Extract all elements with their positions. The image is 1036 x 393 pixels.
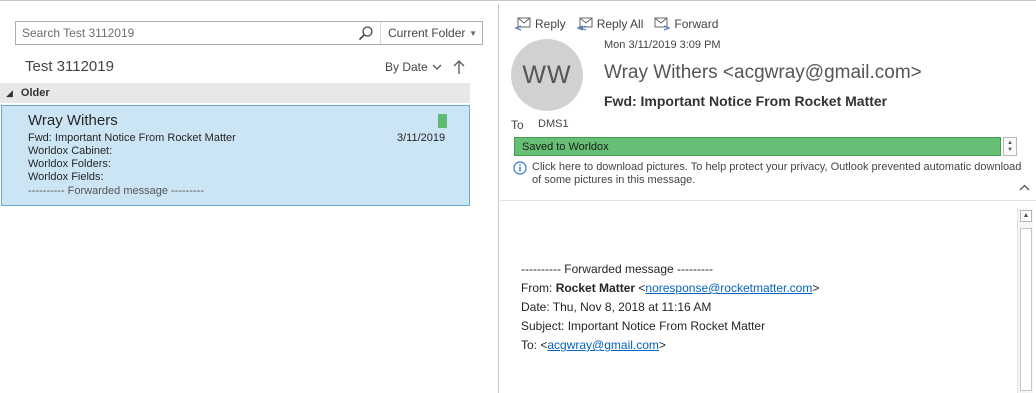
angle-close: > <box>812 281 820 295</box>
sender-name-address[interactable]: Wray Withers <acgwray@gmail.com> <box>604 62 922 84</box>
list-item[interactable]: Wray Withers Fwd: Important Notice From … <box>1 105 470 206</box>
sort-by-dropdown[interactable]: By Date <box>385 60 442 74</box>
sender-email-link[interactable]: noresponse@rocketmatter.com <box>645 281 812 295</box>
download-pictures-text: Click here to download pictures. To help… <box>532 161 1022 186</box>
reply-icon <box>515 17 531 31</box>
to-recipient[interactable]: DMS1 <box>538 118 569 130</box>
category-color-marker[interactable] <box>438 114 447 128</box>
header-divider <box>500 200 1036 201</box>
forwarded-message-header: ---------- Forwarded message --------- <box>521 262 713 276</box>
search-scope-label: Current Folder <box>388 26 466 40</box>
category-bar[interactable]: Saved to Worldox <box>514 137 1001 156</box>
body-subject-line: Subject: Important Notice From Rocket Ma… <box>521 319 766 333</box>
recipient-email-link[interactable]: acgwray@gmail.com <box>547 338 659 352</box>
sent-date: Mon 3/11/2019 3:09 PM <box>604 39 721 51</box>
dropdown-arrow-icon: ▼ <box>469 28 477 38</box>
body-date-line: Date: Thu, Nov 8, 2018 at 11:16 AM <box>521 300 712 314</box>
reply-label: Reply <box>535 17 566 31</box>
message-date: 3/11/2019 <box>397 132 446 144</box>
search-icon[interactable] <box>352 22 380 44</box>
collapse-triangle-icon[interactable]: ◢ <box>6 88 13 99</box>
forward-icon <box>654 17 671 31</box>
group-header-older[interactable]: ◢ Older <box>0 83 470 103</box>
body-from-label: From: <box>521 281 553 295</box>
sort-direction-arrow-icon[interactable] <box>452 59 466 75</box>
sender-avatar[interactable]: WW <box>511 39 583 111</box>
message-preview-line: Worldox Folders: <box>28 158 111 170</box>
sort-by-label: By Date <box>385 60 428 74</box>
reply-all-label: Reply All <box>596 17 644 31</box>
scroll-up-icon[interactable]: ▲ <box>1007 140 1013 147</box>
body-to-label: To: <box>521 338 538 352</box>
body-from-name: Rocket Matter <box>555 281 636 295</box>
collapse-header-chevron-icon[interactable] <box>1019 180 1030 194</box>
category-label: Saved to Worldox <box>522 140 609 153</box>
to-label: To <box>511 118 524 132</box>
info-icon <box>513 161 527 175</box>
group-label: Older <box>20 87 50 99</box>
message-preview-line: Worldox Fields: <box>28 171 104 183</box>
reply-all-button[interactable]: Reply All <box>576 17 644 31</box>
message-preview-line: Worldox Cabinet: <box>28 145 113 157</box>
search-box: Current Folder ▼ <box>15 21 483 45</box>
reply-button[interactable]: Reply <box>515 17 566 31</box>
reply-all-icon <box>576 17 593 31</box>
search-input[interactable] <box>16 22 352 44</box>
message-subject-heading: Fwd: Important Notice From Rocket Matter <box>604 93 888 109</box>
body-to-line: To: <acgwray@gmail.com> <box>521 338 666 352</box>
search-scope-dropdown[interactable]: Current Folder ▼ <box>381 22 482 44</box>
vertical-scrollbar[interactable]: ▲ <box>1017 208 1033 393</box>
scroll-down-icon[interactable]: ▼ <box>1007 147 1013 154</box>
message-list-pane: Current Folder ▼ Test 3112019 By Date ◢ … <box>0 4 499 393</box>
folder-title: Test 3112019 <box>25 58 114 75</box>
scroll-up-arrow-icon[interactable]: ▲ <box>1020 210 1032 222</box>
message-preview-line: ---------- Forwarded message --------- <box>28 185 204 197</box>
forward-label: Forward <box>674 17 719 31</box>
message-sender: Wray Withers <box>28 112 118 129</box>
chevron-down-icon <box>432 64 442 70</box>
scrollbar-thumb[interactable] <box>1020 228 1032 391</box>
angle-close: > <box>658 338 666 352</box>
category-scroll-buttons[interactable]: ▲ ▼ <box>1003 137 1017 156</box>
reading-pane: Reply Reply All Forward WW Mon 3/11/2019… <box>500 4 1036 393</box>
download-pictures-infobar[interactable]: Click here to download pictures. To help… <box>513 161 1022 187</box>
message-subject: Fwd: Important Notice From Rocket Matter <box>28 132 236 144</box>
forward-button[interactable]: Forward <box>654 17 718 31</box>
message-actions: Reply Reply All Forward <box>515 17 718 31</box>
body-from-line: From: Rocket Matter <noresponse@rocketma… <box>521 281 819 295</box>
